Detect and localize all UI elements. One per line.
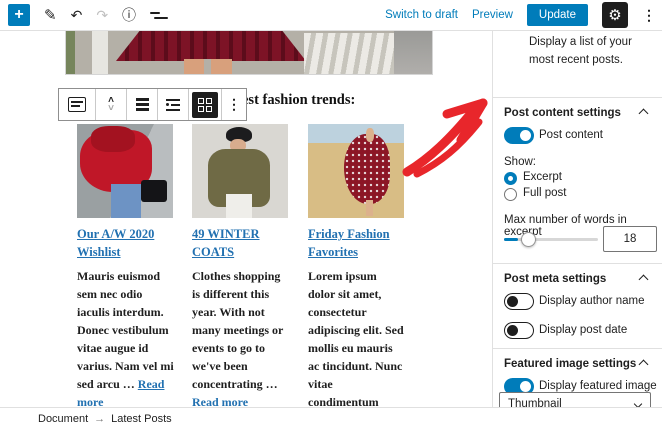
chevron-up-icon xyxy=(640,359,648,367)
display-author-name-label: Display author name xyxy=(539,295,645,307)
block-type-icon xyxy=(68,97,86,112)
hero-road xyxy=(394,31,432,74)
editor-top-bar: + ✎ ↶ ↷ ⓘ Switch to draft Preview Update… xyxy=(0,0,662,31)
hero-maroon-skirt xyxy=(116,31,306,61)
breadcrumb-arrow: → xyxy=(94,413,106,425)
block-inserter-button[interactable]: + xyxy=(8,4,30,26)
sidebar-divider xyxy=(493,348,662,349)
latest-post-card: Friday Fashion Favorites Lorem ipsum dol… xyxy=(308,124,405,407)
thumb-red-coat-shade xyxy=(91,126,135,152)
breadcrumb-block-name: Latest Posts xyxy=(111,413,172,425)
read-more-link[interactable]: Read more xyxy=(192,395,248,407)
thumb-white-shirt-shape xyxy=(226,194,252,218)
post-excerpt: Lorem ipsum dolor sit amet, consectetur … xyxy=(308,267,405,407)
editor-canvas: ˄ ˅ ⋮ est fashion trends: Our A/W 2020 W… xyxy=(0,30,491,407)
list-layout-icon xyxy=(166,98,180,111)
grid-layout-icon xyxy=(192,91,218,118)
info-icon[interactable]: ⓘ xyxy=(122,8,136,22)
alignment-icon xyxy=(135,98,149,111)
thumb-leg-shape xyxy=(366,200,373,216)
post-content-toggle-label: Post content xyxy=(539,129,603,141)
block-description: Display a list of your most recent posts… xyxy=(529,36,632,66)
post-excerpt: Clothes shopping is different this year.… xyxy=(192,267,289,407)
max-words-input[interactable] xyxy=(603,226,657,252)
thumb-arm-shape xyxy=(366,128,374,142)
post-title-link[interactable]: 49 WINTER COATS xyxy=(192,225,289,261)
post-title-link[interactable]: Friday Fashion Favorites xyxy=(308,225,405,261)
settings-gear-icon[interactable]: ⚙ xyxy=(602,2,628,28)
change-alignment-button[interactable] xyxy=(127,89,158,120)
list-view-layout-button[interactable] xyxy=(158,89,189,120)
hero-green-edge xyxy=(66,31,75,74)
radio-full-post-label: Full post xyxy=(523,187,567,199)
redo-icon[interactable]: ↷ xyxy=(96,8,108,22)
toggle-knob xyxy=(520,381,531,392)
top-bar-left-tools: + ✎ ↶ ↷ ⓘ xyxy=(8,0,169,30)
list-view-icon[interactable] xyxy=(150,11,169,19)
display-post-date-label: Display post date xyxy=(539,324,628,336)
display-post-date-toggle[interactable] xyxy=(504,322,534,339)
latest-posts-block-icon[interactable] xyxy=(59,89,96,120)
post-thumbnail-red-coat[interactable] xyxy=(77,124,173,218)
post-excerpt-text: Clothes shopping is different this year.… xyxy=(192,269,284,392)
block-mover[interactable]: ˄ ˅ xyxy=(96,89,127,120)
toggle-knob xyxy=(520,130,531,141)
editor-footer-bar: Document → Latest Posts xyxy=(0,407,662,425)
block-options-button[interactable]: ⋮ xyxy=(222,89,246,120)
thumb-black-bag-shape xyxy=(141,180,167,202)
post-thumbnail-polka-dress[interactable] xyxy=(308,124,404,218)
post-thumbnail-winter-coat[interactable] xyxy=(192,124,288,218)
breadcrumb-document[interactable]: Document xyxy=(38,413,88,425)
slider-handle[interactable] xyxy=(521,232,536,247)
show-label: Show: xyxy=(504,156,536,168)
chevron-up-icon xyxy=(640,108,648,116)
chevron-up-icon xyxy=(640,274,648,282)
grid-view-layout-button[interactable] xyxy=(189,89,222,120)
update-button[interactable]: Update xyxy=(526,4,588,26)
slider-fill xyxy=(504,238,518,241)
sidebar-divider xyxy=(493,263,662,264)
hero-featured-image[interactable] xyxy=(65,30,433,75)
latest-post-card: 49 WINTER COATS Clothes shopping is diff… xyxy=(192,124,289,407)
thumb-jeans-shape xyxy=(111,184,141,218)
radio-excerpt-label: Excerpt xyxy=(523,171,562,183)
post-content-toggle[interactable] xyxy=(504,127,534,144)
display-author-name-toggle[interactable] xyxy=(504,293,534,310)
hero-fence-railing xyxy=(304,33,394,74)
post-excerpt-text: Mauris euismod sem nec odio iaculis inte… xyxy=(77,269,174,392)
options-ellipsis-icon[interactable]: ⋮ xyxy=(642,7,656,24)
post-meta-settings-title: Post meta settings xyxy=(504,273,607,285)
toggle-knob xyxy=(507,296,518,307)
hero-leg-gap xyxy=(204,59,211,74)
thumb-polka-dress-shape xyxy=(344,134,390,204)
preview-button[interactable]: Preview xyxy=(472,9,513,21)
edit-mode-pencil-icon[interactable]: ✎ xyxy=(44,8,57,23)
block-settings-sidebar: Display a list of your most recent posts… xyxy=(492,30,662,419)
paragraph-heading-fragment[interactable]: est fashion trends: xyxy=(242,92,355,109)
block-options-ellipsis-icon: ⋮ xyxy=(227,96,241,112)
block-toolbar: ˄ ˅ ⋮ xyxy=(58,88,247,121)
post-excerpt: Mauris euismod sem nec odio iaculis inte… xyxy=(77,267,174,407)
radio-full-post[interactable] xyxy=(504,188,517,201)
featured-image-settings-header[interactable]: Featured image settings xyxy=(504,358,652,370)
post-title-link[interactable]: Our A/W 2020 Wishlist xyxy=(77,225,174,261)
move-down-icon: ˅ xyxy=(108,102,114,114)
post-excerpt-text: Lorem ipsum dolor sit amet, consectetur … xyxy=(308,269,404,407)
undo-icon[interactable]: ↶ xyxy=(71,8,83,22)
display-featured-image-label: Display featured image xyxy=(539,380,657,392)
latest-post-card: Our A/W 2020 Wishlist Mauris euismod sem… xyxy=(77,124,174,407)
max-words-slider[interactable] xyxy=(504,232,598,247)
top-bar-right-actions: Switch to draft Preview Update ⚙ ⋮ xyxy=(385,0,656,30)
sidebar-divider xyxy=(493,97,662,98)
post-content-settings-title: Post content settings xyxy=(504,107,621,119)
breadcrumb: Document → Latest Posts xyxy=(38,413,172,425)
post-meta-settings-header[interactable]: Post meta settings xyxy=(504,273,652,285)
toggle-knob xyxy=(507,325,518,336)
switch-to-draft-button[interactable]: Switch to draft xyxy=(385,9,458,21)
featured-image-settings-title: Featured image settings xyxy=(504,358,637,370)
hero-fence-post xyxy=(92,31,108,74)
post-content-settings-header[interactable]: Post content settings xyxy=(504,107,652,119)
radio-excerpt[interactable] xyxy=(504,172,517,185)
